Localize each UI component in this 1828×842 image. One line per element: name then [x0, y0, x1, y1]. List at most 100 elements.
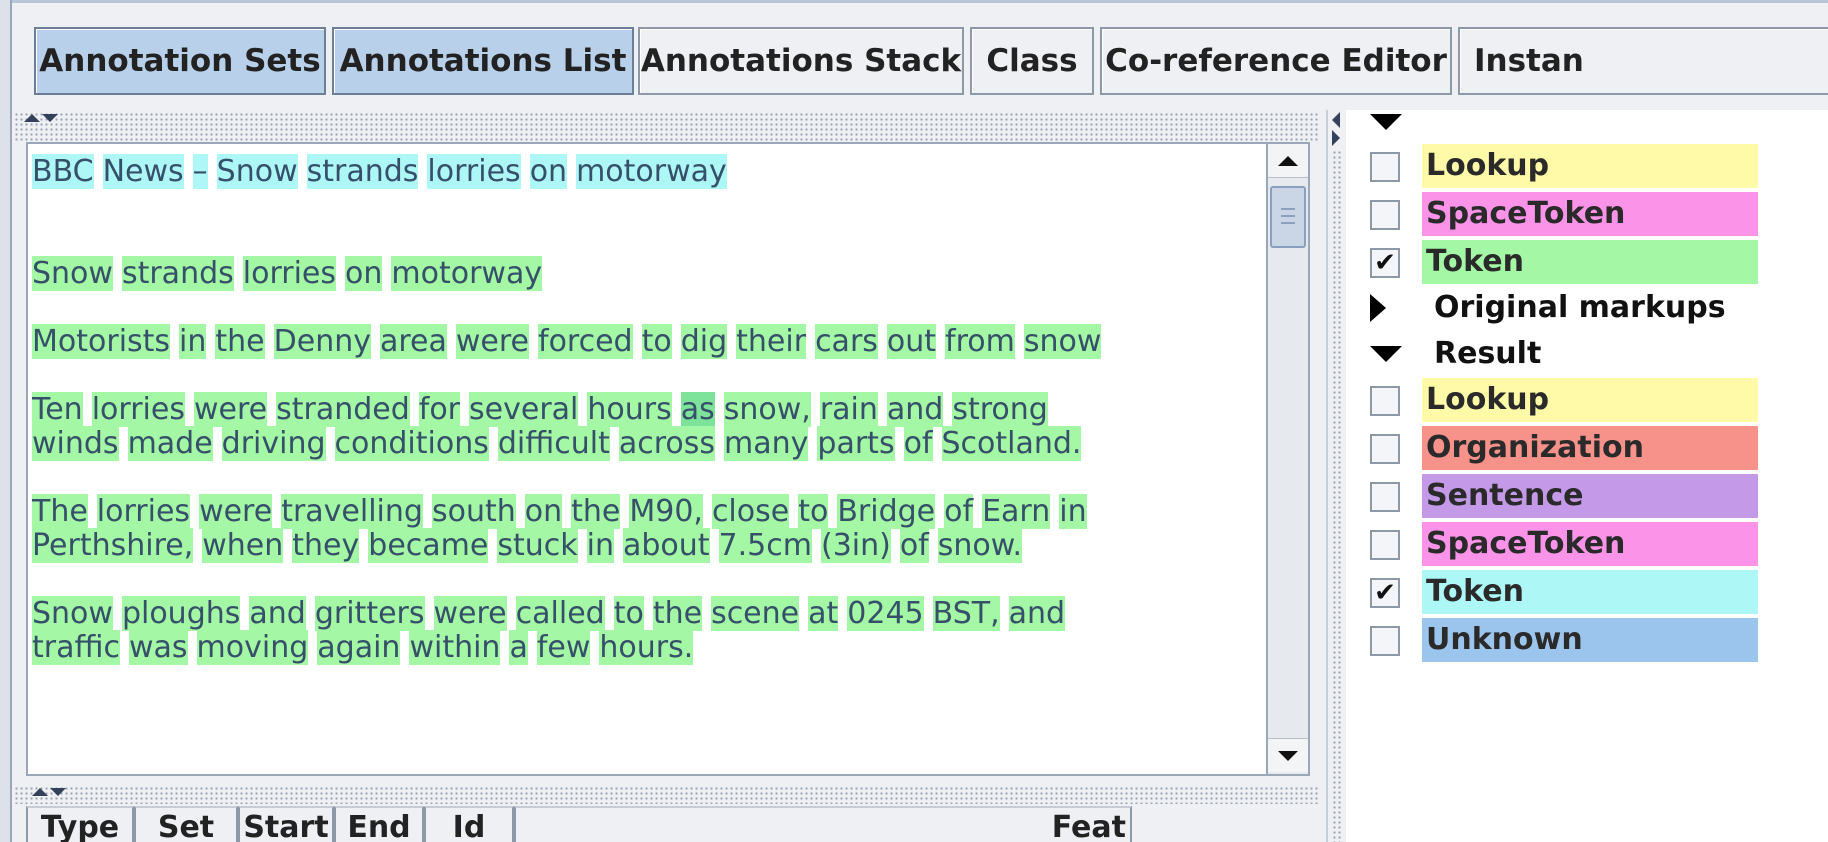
annotation-type-label[interactable]: SpaceToken [1422, 522, 1758, 566]
token-annotation[interactable]: within [409, 630, 501, 665]
token-annotation[interactable]: made [127, 426, 213, 461]
token-annotation[interactable]: in [179, 324, 207, 359]
token-annotation[interactable]: hours. [599, 630, 694, 665]
scrollbar-thumb[interactable] [1270, 186, 1306, 248]
token-annotation[interactable]: cars [815, 324, 878, 359]
token-annotation[interactable]: to [641, 324, 672, 359]
column-header-id[interactable]: Id [424, 806, 514, 842]
token-annotation[interactable]: News [102, 154, 184, 189]
tab-instance[interactable]: Instan [1458, 27, 1828, 95]
token-annotation[interactable]: in [1059, 494, 1087, 529]
collapse-arrows-icon[interactable] [30, 786, 70, 802]
annotation-type-checkbox[interactable] [1370, 386, 1400, 416]
token-annotation[interactable]: stuck [497, 528, 578, 563]
annotation-type-checkbox[interactable]: ✔ [1370, 248, 1400, 278]
token-annotation[interactable]: many [724, 426, 809, 461]
annotation-type-label[interactable]: Token [1422, 570, 1758, 614]
token-annotation[interactable]: on [529, 154, 568, 189]
token-annotation[interactable]: across [618, 426, 716, 461]
token-annotation[interactable]: BST, [932, 596, 1000, 631]
token-annotation[interactable]: were [455, 324, 530, 359]
token-annotation[interactable]: traffic [32, 630, 120, 665]
token-annotation[interactable]: to [613, 596, 644, 631]
expand-default-set-icon[interactable] [1370, 114, 1402, 130]
annotation-type-checkbox[interactable] [1370, 152, 1400, 182]
token-annotation[interactable]: for [418, 392, 461, 427]
token-annotation[interactable]: motorway [391, 256, 543, 291]
column-header-start[interactable]: Start [238, 806, 334, 842]
token-annotation[interactable]: – [192, 154, 208, 189]
token-annotation[interactable]: Perthshire, [32, 528, 194, 563]
token-annotation[interactable]: area [379, 324, 447, 359]
token-annotation[interactable]: on [524, 494, 563, 529]
token-annotation[interactable]: at [808, 596, 839, 631]
annotation-type-checkbox[interactable] [1370, 626, 1400, 656]
document-text-line[interactable]: Ten lorries were stranded for several hours as s… [32, 392, 1048, 427]
token-annotation[interactable]: south [431, 494, 516, 529]
token-annotation[interactable]: 7.5cm [718, 528, 812, 563]
token-annotation[interactable]: to [798, 494, 829, 529]
token-annotation[interactable]: hours [587, 392, 672, 427]
pane-divider[interactable] [1326, 110, 1346, 842]
annotation-type-checkbox[interactable] [1370, 434, 1400, 464]
token-annotation[interactable]: Ten [32, 392, 83, 427]
document-text[interactable]: BBC News – Snow strands lorries on motorway Snow… [30, 146, 1266, 772]
token-annotation[interactable]: Bridge [837, 494, 936, 529]
vertical-scrollbar[interactable] [1266, 142, 1310, 776]
token-annotation[interactable]: 0245 [847, 596, 924, 631]
token-annotation[interactable]: parts [817, 426, 895, 461]
column-header-features[interactable]: Feat [514, 806, 1132, 842]
token-annotation[interactable]: BBC [32, 154, 94, 189]
annotation-type-label[interactable]: Sentence [1422, 474, 1758, 518]
token-annotation[interactable]: strands [121, 256, 234, 291]
token-annotation[interactable]: snow, [723, 392, 811, 427]
token-annotation[interactable]: again [317, 630, 401, 665]
split-handle-top[interactable] [14, 112, 1320, 142]
annotation-type-label[interactable]: Token [1422, 240, 1758, 284]
token-annotation[interactable]: Snow [32, 596, 113, 631]
annotation-type-checkbox[interactable] [1370, 530, 1400, 560]
token-annotation[interactable]: driving [221, 426, 326, 461]
token-annotation[interactable]: rain [819, 392, 878, 427]
token-annotation[interactable]: scene [711, 596, 800, 631]
token-annotation[interactable]: a [509, 630, 528, 665]
token-annotation[interactable]: the [215, 324, 265, 359]
document-text-line[interactable]: BBC News – Snow strands lorries on motorway [32, 154, 727, 189]
collapse-arrows-icon[interactable] [20, 112, 60, 128]
token-annotation[interactable]: (3in) [820, 528, 891, 563]
token-annotation[interactable]: lorries [91, 392, 185, 427]
token-annotation[interactable]: called [515, 596, 605, 631]
token-annotation[interactable]: several [469, 392, 579, 427]
token-annotation[interactable]: were [199, 494, 273, 529]
token-annotation[interactable]: snow [1023, 324, 1102, 359]
token-annotation[interactable]: close [711, 494, 790, 529]
token-annotation[interactable]: and [1008, 596, 1066, 631]
annotation-set-result[interactable]: Result [1434, 336, 1541, 371]
token-annotation[interactable]: forced [538, 324, 633, 359]
document-text-line[interactable]: Perthshire, when they became stuck in about 7.5… [32, 528, 1023, 563]
token-annotation[interactable]: strands [306, 154, 419, 189]
token-annotation[interactable]: lorries [242, 256, 337, 291]
token-annotation[interactable]: of [903, 426, 933, 461]
token-annotation[interactable]: out [886, 324, 937, 359]
token-annotation[interactable]: The [32, 494, 88, 529]
split-handle-bottom[interactable] [14, 786, 1320, 804]
annotation-type-label[interactable]: Lookup [1422, 144, 1758, 188]
tab-annotations-list[interactable]: Annotations List [332, 27, 634, 95]
tab-coreference-editor[interactable]: Co-reference Editor [1100, 27, 1452, 95]
token-annotation[interactable]: and [886, 392, 944, 427]
annotation-type-label[interactable]: SpaceToken [1422, 192, 1758, 236]
token-annotation[interactable]: few [536, 630, 591, 665]
token-annotation[interactable]: from [945, 324, 1015, 359]
token-annotation[interactable]: gritters [314, 596, 425, 631]
token-annotation[interactable]: of [944, 494, 974, 529]
column-header-end[interactable]: End [334, 806, 424, 842]
token-annotation[interactable]: Denny [273, 324, 371, 359]
tab-annotations-stack[interactable]: Annotations Stack [638, 27, 964, 95]
document-text-view[interactable]: BBC News – Snow strands lorries on motorway Snow… [26, 142, 1270, 776]
annotation-type-checkbox[interactable] [1370, 482, 1400, 512]
annotation-type-label[interactable]: Organization [1422, 426, 1758, 470]
token-annotation[interactable]: were [433, 596, 507, 631]
document-text-line[interactable]: winds made driving conditions difficult acros… [32, 426, 1082, 461]
token-annotation[interactable]: Motorists [32, 324, 171, 359]
